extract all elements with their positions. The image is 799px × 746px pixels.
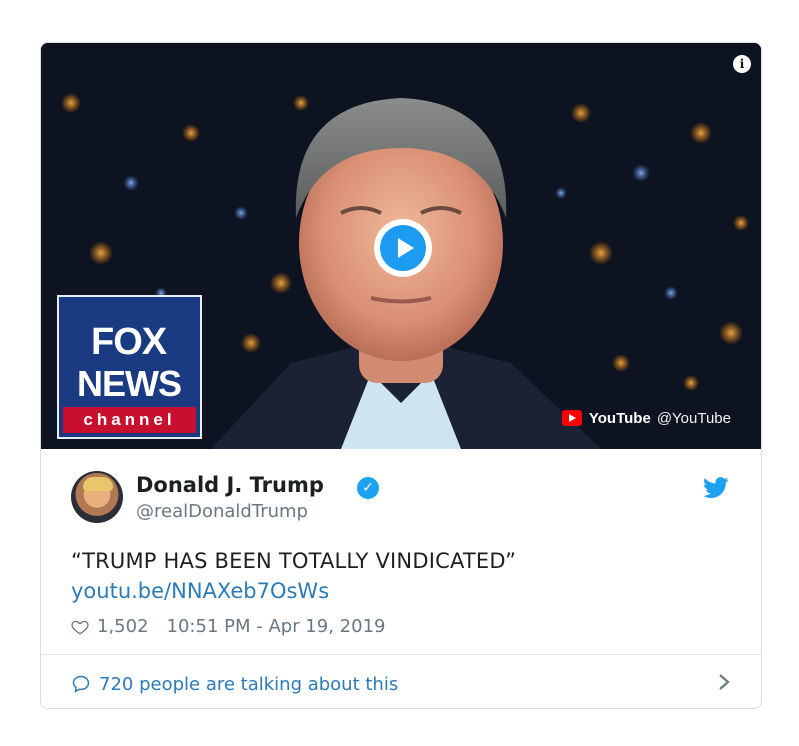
heart-icon[interactable] xyxy=(71,618,89,636)
verified-badge-icon: ✓ xyxy=(357,477,379,499)
like-count[interactable]: 1,502 xyxy=(97,616,149,637)
youtube-name: YouTube xyxy=(588,409,651,427)
info-icon[interactable]: i xyxy=(733,55,751,73)
timestamp[interactable]: 10:51 PM - Apr 19, 2019 xyxy=(167,616,386,637)
video-preview[interactable]: i FOX NEWS channel YouTube @YouTube xyxy=(41,43,761,449)
tweet-text: “TRUMP HAS BEEN TOTALLY VINDICATED” xyxy=(71,549,517,573)
conversation-link[interactable]: 720 people are talking about this xyxy=(71,669,731,699)
play-icon[interactable] xyxy=(374,219,432,277)
talking-text: 720 people are talking about this xyxy=(99,673,399,695)
fox-news-logo: FOX NEWS channel xyxy=(57,295,202,439)
tweet-link[interactable]: youtu.be/NNAXeb7OsWs xyxy=(71,579,329,603)
avatar[interactable] xyxy=(71,471,123,523)
chevron-right-icon[interactable] xyxy=(717,672,731,692)
divider xyxy=(41,654,761,655)
logo-fox-text: FOX xyxy=(91,321,167,363)
logo-news-text: NEWS xyxy=(77,363,182,404)
author-name[interactable]: Donald J. Trump xyxy=(136,473,324,497)
tweet-meta: 1,502 10:51 PM - Apr 19, 2019 xyxy=(71,616,385,637)
embedded-tweet-card: i FOX NEWS channel YouTube @YouTube Dona… xyxy=(40,42,762,709)
comment-bubble-icon xyxy=(72,675,90,693)
youtube-attribution[interactable]: YouTube @YouTube xyxy=(561,407,731,429)
twitter-bird-icon[interactable] xyxy=(703,477,729,499)
logo-channel-text: channel xyxy=(63,407,196,433)
author-handle[interactable]: @realDonaldTrump xyxy=(136,501,308,522)
youtube-icon xyxy=(561,410,582,426)
youtube-handle: @YouTube xyxy=(656,409,731,427)
